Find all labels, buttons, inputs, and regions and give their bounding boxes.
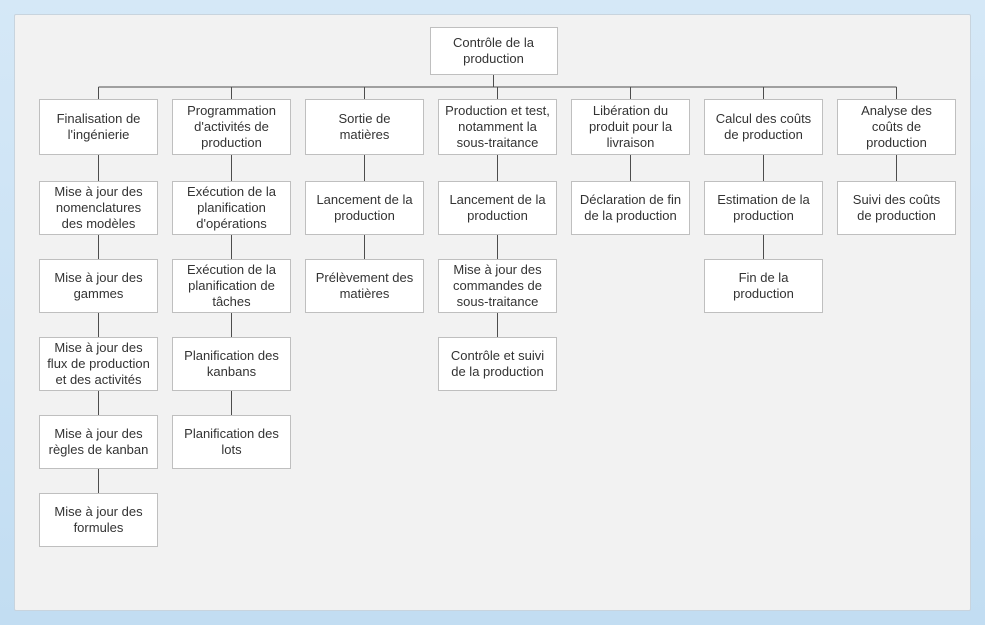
col-3-child-1: Mise à jour des commandes de sous-traita… <box>438 259 557 313</box>
col-3-child-0-label: Lancement de la production <box>445 192 550 225</box>
col-0-child-3: Mise à jour des règles de kanban <box>39 415 158 469</box>
col-0-head-label: Finalisation de l'ingénierie <box>46 111 151 144</box>
col-5-child-0: Estimation de la production <box>704 181 823 235</box>
col-3-child-2: Contrôle et suivi de la production <box>438 337 557 391</box>
col-6-child-0-label: Suivi des coûts de production <box>844 192 949 225</box>
col-0-child-2: Mise à jour des flux de production et de… <box>39 337 158 391</box>
col-1-child-1: Exécution de la planification de tâches <box>172 259 291 313</box>
col-1-child-1-label: Exécution de la planification de tâches <box>179 262 284 311</box>
col-2-head: Sortie de matières <box>305 99 424 155</box>
col-1-child-0-label: Exécution de la planification d'opératio… <box>179 184 284 233</box>
col-5-child-0-label: Estimation de la production <box>711 192 816 225</box>
col-4-child-0-label: Déclaration de fin de la production <box>578 192 683 225</box>
col-1-child-3: Planification des lots <box>172 415 291 469</box>
root-node-label: Contrôle de la production <box>437 35 551 68</box>
col-6-head-label: Analyse des coûts de production <box>844 103 949 152</box>
col-2-child-1-label: Prélèvement des matières <box>312 270 417 303</box>
col-6-head: Analyse des coûts de production <box>837 99 956 155</box>
col-0-head: Finalisation de l'ingénierie <box>39 99 158 155</box>
col-3-child-1-label: Mise à jour des commandes de sous-traita… <box>445 262 550 311</box>
diagram-canvas: Contrôle de la production Finalisation de… <box>14 14 971 611</box>
root-node: Contrôle de la production <box>430 27 558 75</box>
col-5-child-1: Fin de la production <box>704 259 823 313</box>
col-1-child-2: Planification des kanbans <box>172 337 291 391</box>
col-3-head: Production et test, notamment la sous-tr… <box>438 99 557 155</box>
col-4-head: Libération du produit pour la livraison <box>571 99 690 155</box>
col-0-child-0: Mise à jour des nomenclatures des modèle… <box>39 181 158 235</box>
col-3-child-2-label: Contrôle et suivi de la production <box>445 348 550 381</box>
col-1-head: Programmation d'activités de production <box>172 99 291 155</box>
col-0-child-4-label: Mise à jour des formules <box>46 504 151 537</box>
col-5-head-label: Calcul des coûts de production <box>711 111 816 144</box>
col-2-head-label: Sortie de matières <box>312 111 417 144</box>
col-6-child-0: Suivi des coûts de production <box>837 181 956 235</box>
col-0-child-1-label: Mise à jour des gammes <box>46 270 151 303</box>
col-1-child-3-label: Planification des lots <box>179 426 284 459</box>
col-0-child-4: Mise à jour des formules <box>39 493 158 547</box>
col-1-head-label: Programmation d'activités de production <box>179 103 284 152</box>
col-0-child-1: Mise à jour des gammes <box>39 259 158 313</box>
col-0-child-3-label: Mise à jour des règles de kanban <box>46 426 151 459</box>
col-0-child-2-label: Mise à jour des flux de production et de… <box>46 340 151 389</box>
col-4-child-0: Déclaration de fin de la production <box>571 181 690 235</box>
col-3-head-label: Production et test, notamment la sous-tr… <box>445 103 550 152</box>
col-4-head-label: Libération du produit pour la livraison <box>578 103 683 152</box>
col-5-head: Calcul des coûts de production <box>704 99 823 155</box>
col-1-child-0: Exécution de la planification d'opératio… <box>172 181 291 235</box>
col-2-child-0-label: Lancement de la production <box>312 192 417 225</box>
col-2-child-0: Lancement de la production <box>305 181 424 235</box>
col-2-child-1: Prélèvement des matières <box>305 259 424 313</box>
col-5-child-1-label: Fin de la production <box>711 270 816 303</box>
col-1-child-2-label: Planification des kanbans <box>179 348 284 381</box>
col-0-child-0-label: Mise à jour des nomenclatures des modèle… <box>46 184 151 233</box>
col-3-child-0: Lancement de la production <box>438 181 557 235</box>
